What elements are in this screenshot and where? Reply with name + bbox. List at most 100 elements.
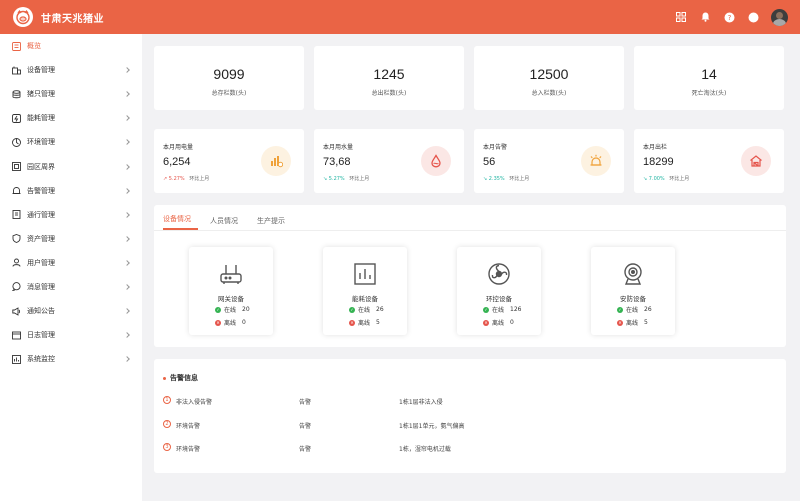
sidebar-item-7[interactable]: 通行管理 [0,203,142,227]
device-card[interactable]: 环控设备 ✓ 在线 126 ✕ 离线 0 [457,247,541,335]
alarm-row[interactable]: 2 环境告警 告警 1栋1层1单元，氨气偏高 [163,419,773,431]
sidebar-item-1[interactable]: 设备管理 [0,58,142,82]
device-name: 环控设备 [486,295,512,303]
device-card[interactable]: 能耗设备 ✓ 在线 26 ✕ 离线 5 [323,247,407,335]
metric-title: 本月告警 [483,144,508,151]
check-icon: ✓ [349,306,355,313]
alarm-type: 告警 [299,446,312,453]
shield-icon [12,234,21,244]
cross-icon: ✕ [349,319,355,326]
metric-value: 73,68 [323,156,351,168]
user-icon [12,258,21,268]
alarm-name: 非法入侵告警 [176,399,213,406]
tab-2[interactable]: 生产提示 [257,216,292,230]
offline-count: 5 [376,319,380,326]
device-offline: ✕ 离线 0 [215,318,246,327]
alarm-panel: 告警信息 1 非法入侵告警 告警 1栋1层非法入侵 2 环境告警 告警 1栋1层1… [154,359,786,473]
sidebar-item-10[interactable]: 消息管理 [0,275,142,299]
device-offline: ✕ 离线 0 [483,318,514,327]
chevron-right-icon [124,91,130,98]
offline-count: 0 [242,319,246,326]
alarm-row[interactable]: 1 非法入侵告警 告警 1栋1层非法入侵 [163,395,773,407]
fan-icon [484,259,514,289]
trend-compare: 环比上月 [349,176,370,182]
sidebar-item-12[interactable]: 日志管理 [0,323,142,347]
trend-compare: 环比上月 [189,176,210,182]
chevron-right-icon [124,284,130,290]
message-icon [12,282,21,292]
online-count: 20 [242,306,250,313]
sidebar-item-3[interactable]: 能耗管理 [0,106,142,130]
monitor-icon [12,354,21,364]
stat-value: 14 [701,66,717,82]
alarm-row[interactable]: 3 环境告警 告警 1栋，湿帘电机过载 [163,442,773,454]
online-label: 在线 [358,307,371,314]
chevron-right-icon [124,308,130,314]
metric-trend: ↘ 2.35% 环比上月 [483,175,529,182]
metric-card: 本月用电量 6,254 ↗ 5.27% 环比上月 [154,129,304,193]
sidebar-item-label: 概览 [27,42,41,51]
sidebar-item-6[interactable]: 告警管理 [0,179,142,203]
chart-icon [261,146,291,176]
stat-label: 总入栏数(头) [531,90,567,97]
tab-0[interactable]: 设备情况 [163,214,198,230]
metric-card: 本月告警 56 ↘ 2.35% 环比上月 [474,129,624,193]
compass-icon[interactable] [747,11,759,23]
help-icon[interactable]: ? [723,11,735,23]
chevron-right-icon [124,235,130,242]
tab-1[interactable]: 人员情况 [210,216,245,230]
cross-icon: ✕ [483,319,489,326]
metric-title: 本月用电量 [163,144,194,151]
device-offline: ✕ 离线 5 [349,318,380,327]
trend-arrow-icon: ↗ [163,176,168,182]
trend-percent: 5.27% [168,176,185,182]
check-icon: ✓ [483,306,489,313]
stat-label: 总存栏数(头) [211,90,247,97]
device-card[interactable]: 网关设备 ✓ 在线 20 ✕ 离线 0 [189,247,273,335]
sidebar-item-11[interactable]: 通知公告 [0,299,142,323]
online-label: 在线 [224,307,237,314]
bell-icon[interactable] [699,11,711,23]
sidebar-item-label: 猪只管理 [27,90,55,99]
perimeter-icon [12,162,21,171]
overview-icon [12,41,21,51]
sidebar: 概览 设备管理 猪只管理 能耗管理 环境管理 园区周界 告警管理 通行管理 资产… [0,34,142,501]
alarm-title: 告警信息 [163,373,198,383]
chevron-right-icon [124,187,130,194]
metric-value: 18299 [643,156,674,168]
chevron-right-icon [124,115,130,122]
sidebar-item-0[interactable]: 概览 [0,34,142,58]
stat-card: 14 死亡淘汰(头) [634,46,784,110]
pig-logo-icon[interactable] [13,7,33,27]
stat-value: 1245 [373,66,405,82]
metric-title: 本月出栏 [643,144,668,151]
offline-count: 5 [644,319,648,326]
sidebar-item-2[interactable]: 猪只管理 [0,82,142,106]
sidebar-item-4[interactable]: 环境管理 [0,130,142,154]
chevron-right-icon [124,139,130,146]
device-online: ✓ 在线 26 [349,305,384,314]
sidebar-item-9[interactable]: 用户管理 [0,251,142,275]
bullet-icon [163,376,166,380]
device-online: ✓ 在线 26 [617,305,652,314]
energy-icon [12,113,21,123]
user-avatar[interactable] [771,8,788,26]
stat-label: 总出栏数(头) [371,90,407,97]
sidebar-item-13[interactable]: 系统监控 [0,347,142,371]
cross-icon: ✕ [215,319,221,326]
device-card[interactable]: 安防设备 ✓ 在线 26 ✕ 离线 5 [591,247,675,335]
grid-icon[interactable] [675,11,687,23]
trend-arrow-icon: ↘ [323,176,328,182]
chevron-right-icon [124,67,130,73]
chevron-right-icon [124,163,130,170]
sidebar-item-8[interactable]: 资产管理 [0,227,142,251]
alarm-title-text: 告警信息 [170,374,198,382]
check-icon: ✓ [617,306,623,313]
stat-label: 死亡淘汰(头) [691,90,727,97]
sidebar-item-5[interactable]: 园区周界 [0,154,142,178]
device-name: 能耗设备 [352,295,378,303]
device-icon [12,66,21,75]
check-icon: ✓ [215,306,221,313]
notice-icon [12,306,21,316]
online-label: 在线 [492,307,505,314]
